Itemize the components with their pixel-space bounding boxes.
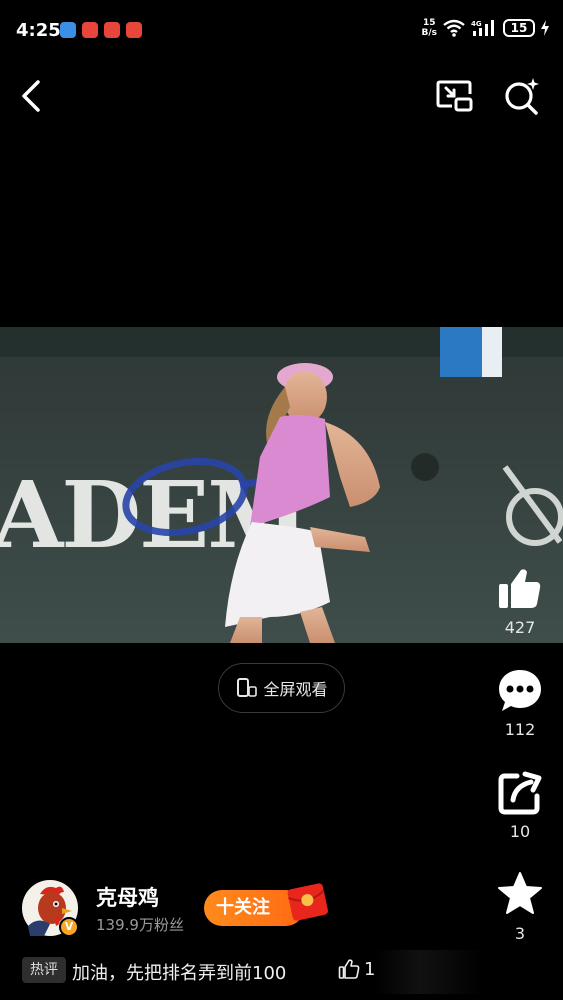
notification-icon-4 xyxy=(126,22,142,38)
search-button[interactable] xyxy=(501,76,541,116)
picture-in-picture-icon xyxy=(436,80,473,112)
status-indicators: 15 B/s 4G 15 xyxy=(421,18,549,38)
charging-icon xyxy=(541,20,549,36)
notification-icon-1 xyxy=(60,22,76,38)
search-sparkle-icon xyxy=(505,78,539,115)
thumbs-up-outline-icon xyxy=(338,959,360,979)
author-fans-count: 139.9万粉丝 xyxy=(96,916,184,934)
comment-fade-overlay xyxy=(375,950,485,994)
hot-comment-like[interactable]: 1 xyxy=(338,958,375,980)
comment-button[interactable]: 112 xyxy=(478,668,562,739)
notification-icon-2 xyxy=(82,22,98,38)
red-packet-icon[interactable] xyxy=(284,880,332,926)
comment-count: 112 xyxy=(504,720,536,739)
signal-4g-icon: 4G xyxy=(471,20,494,36)
status-time: 4:25 xyxy=(16,20,61,41)
author-name[interactable]: 克母鸡 xyxy=(96,882,159,912)
favorite-button[interactable]: 3 xyxy=(478,870,562,943)
hot-comment-text[interactable]: 加油，先把排名弄到前100 xyxy=(72,959,286,985)
like-button[interactable]: 427 xyxy=(478,566,562,637)
wifi-icon xyxy=(443,19,465,37)
verified-badge: V xyxy=(59,917,79,937)
star-icon xyxy=(498,872,542,914)
back-button[interactable] xyxy=(18,78,50,114)
network-speed-value: 15 xyxy=(422,18,436,28)
status-bar: 4:25 15 B/s 4G 15 xyxy=(0,0,563,60)
rotate-phone-icon xyxy=(237,678,258,697)
chevron-left-icon xyxy=(22,80,40,112)
network-speed-unit: B/s xyxy=(421,28,437,38)
notification-icon-3 xyxy=(104,22,120,38)
network-type-label: 4G xyxy=(471,20,482,28)
share-button[interactable]: 10 xyxy=(478,770,562,841)
favorite-count: 3 xyxy=(514,924,526,943)
share-icon xyxy=(498,771,542,815)
network-speed: 15 B/s xyxy=(421,18,437,38)
red-envelope-icon xyxy=(287,883,328,921)
fullscreen-label: 全屏观看 xyxy=(263,680,328,699)
thumbs-up-icon xyxy=(499,569,541,608)
share-count: 10 xyxy=(509,822,531,841)
hot-comment-tag: 热评 xyxy=(22,957,66,983)
like-count: 427 xyxy=(504,618,536,637)
fullscreen-button[interactable]: 全屏观看 xyxy=(218,663,345,713)
battery-indicator: 15 xyxy=(503,19,535,37)
picture-in-picture-button[interactable] xyxy=(436,78,474,114)
comment-dots-icon xyxy=(499,670,541,711)
hot-comment-like-count: 1 xyxy=(364,958,376,980)
